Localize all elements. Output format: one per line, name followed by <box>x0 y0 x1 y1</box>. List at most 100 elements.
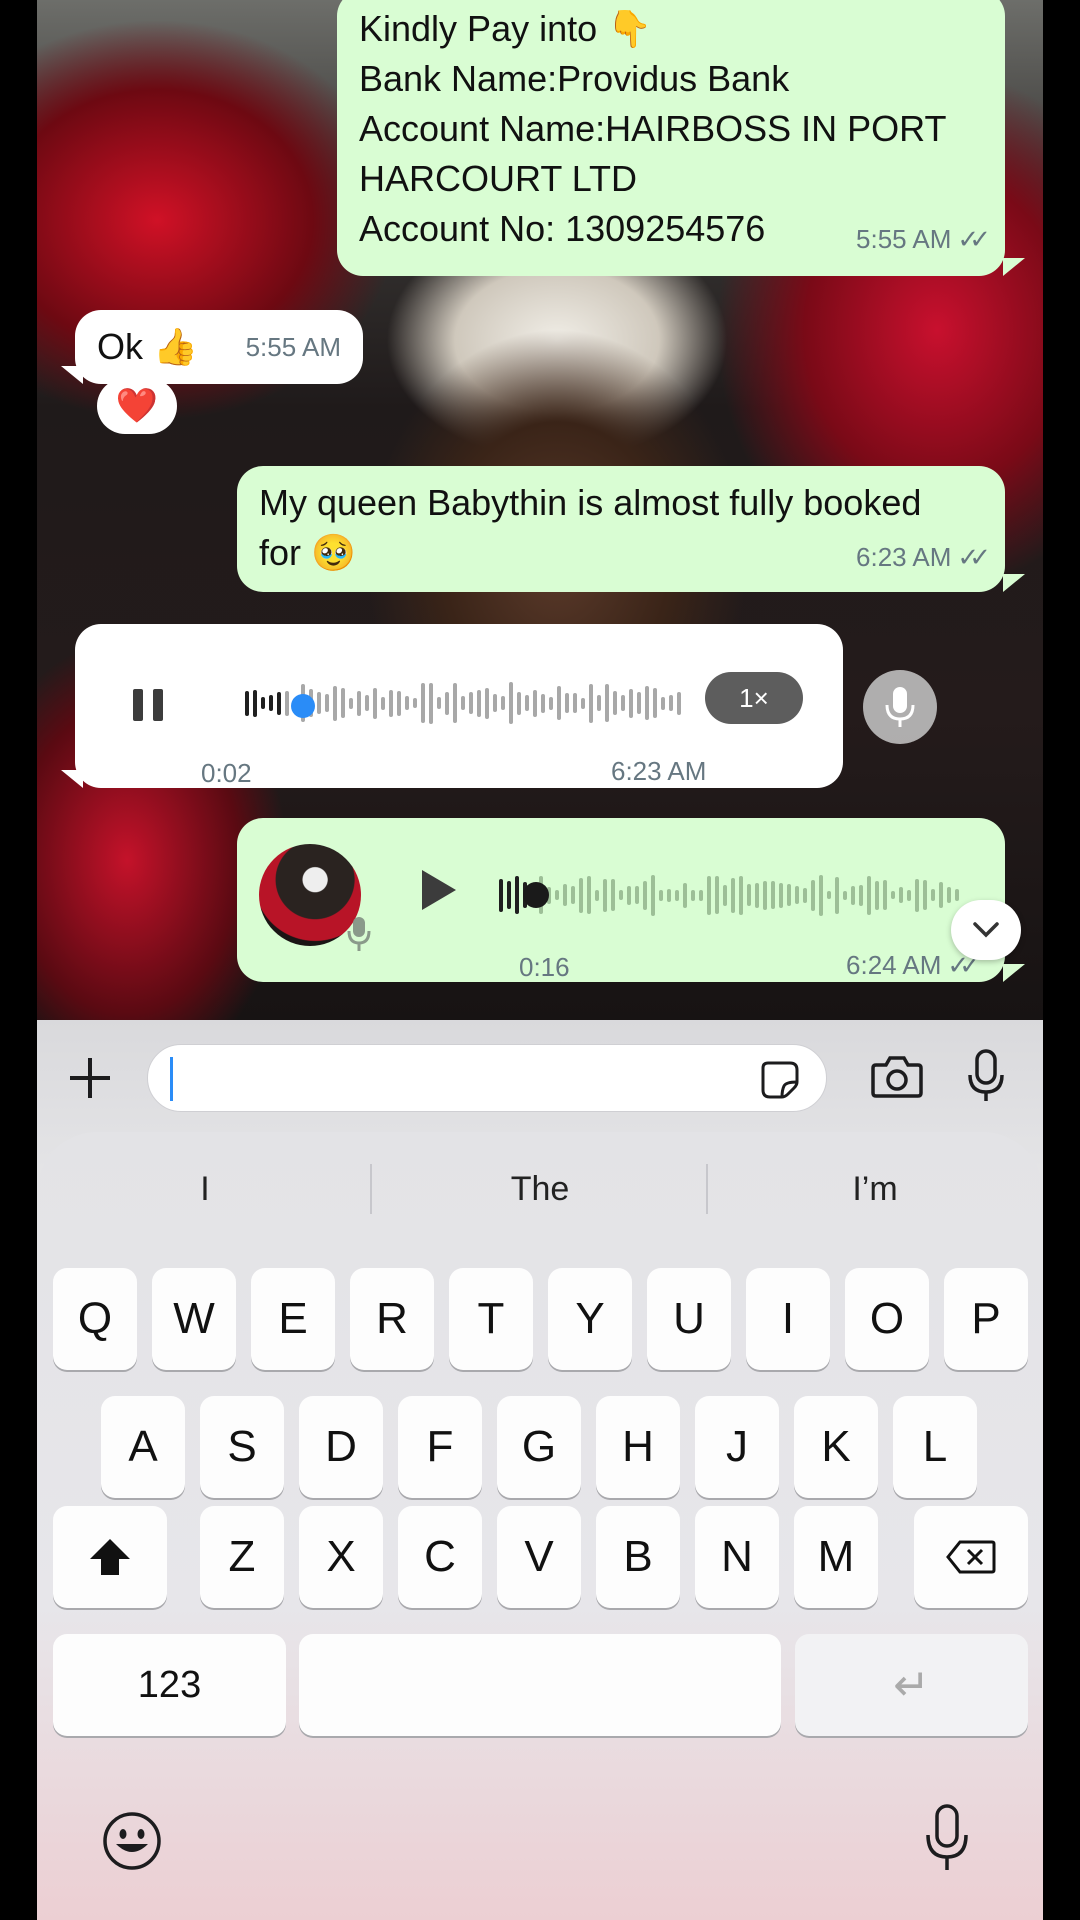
key-i[interactable]: I <box>746 1268 830 1370</box>
waveform-bar <box>939 882 943 908</box>
waveform-bar <box>803 887 807 903</box>
waveform-bar <box>947 887 951 903</box>
message-line: Kindly Pay into 👇 <box>359 8 652 49</box>
waveform-bar <box>611 879 615 911</box>
message-time: 6:23 AM <box>611 756 707 786</box>
key-s[interactable]: S <box>200 1396 284 1498</box>
key-y[interactable]: Y <box>548 1268 632 1370</box>
waveform-bar <box>843 890 847 900</box>
sticker-button[interactable] <box>758 1059 802 1101</box>
key-b[interactable]: B <box>596 1506 680 1608</box>
waveform-bar <box>891 891 895 899</box>
waveform-bar <box>485 687 489 719</box>
backspace-key[interactable] <box>914 1506 1028 1608</box>
key-c[interactable]: C <box>398 1506 482 1608</box>
voice-waveform[interactable] <box>499 870 969 920</box>
camera-button[interactable] <box>867 1046 927 1106</box>
waveform-bar <box>661 696 665 710</box>
key-z[interactable]: Z <box>200 1506 284 1608</box>
shift-key[interactable] <box>53 1506 167 1608</box>
waveform-bar <box>571 886 575 904</box>
key-d[interactable]: D <box>299 1396 383 1498</box>
waveform-bar <box>659 889 663 901</box>
play-icon[interactable] <box>413 860 463 920</box>
waveform-bar <box>675 889 679 901</box>
key-r[interactable]: R <box>350 1268 434 1370</box>
waveform-bar <box>381 696 385 710</box>
emoji-button[interactable] <box>99 1808 165 1874</box>
key-t[interactable]: T <box>449 1268 533 1370</box>
key-w[interactable]: W <box>152 1268 236 1370</box>
suggestion-2[interactable]: The <box>372 1170 708 1209</box>
key-v[interactable]: V <box>497 1506 581 1608</box>
key-q[interactable]: Q <box>53 1268 137 1370</box>
key-p[interactable]: P <box>944 1268 1028 1370</box>
waveform-bar <box>453 683 457 723</box>
key-o[interactable]: O <box>845 1268 929 1370</box>
return-key[interactable]: ↵ <box>795 1634 1028 1736</box>
key-x[interactable]: X <box>299 1506 383 1608</box>
key-m[interactable]: M <box>794 1506 878 1608</box>
message-input[interactable] <box>147 1044 827 1112</box>
reaction-emoji: ❤️ <box>115 387 159 425</box>
pause-icon[interactable] <box>129 680 169 730</box>
voice-record-button[interactable] <box>963 1044 1009 1108</box>
waveform-bar <box>517 691 521 715</box>
waveform-bar <box>605 684 609 722</box>
suggestion-1[interactable]: I <box>37 1170 373 1209</box>
waveform-bar <box>755 882 759 908</box>
return-icon: ↵ <box>893 1660 930 1710</box>
waveform-bar <box>581 697 585 709</box>
waveform-bar <box>645 686 649 720</box>
playback-speed-button[interactable]: 1× <box>705 672 803 724</box>
playback-position-handle[interactable] <box>523 882 549 908</box>
waveform-bar <box>269 695 273 711</box>
waveform-bar <box>579 877 583 913</box>
waveform-bar <box>589 683 593 723</box>
key-g[interactable]: G <box>497 1396 581 1498</box>
waveform-bar <box>835 876 839 914</box>
attach-plus-button[interactable] <box>61 1048 119 1108</box>
playback-position-handle[interactable] <box>291 694 315 718</box>
dictation-button[interactable] <box>919 1800 975 1876</box>
waveform-bar <box>445 691 449 715</box>
waveform-bar <box>651 874 655 916</box>
suggestion-3[interactable]: I’m <box>707 1170 1043 1209</box>
waveform-bar <box>429 682 433 724</box>
waveform-bar <box>413 698 417 708</box>
waveform-bar <box>613 691 617 715</box>
chevron-down-icon <box>973 922 999 938</box>
key-e[interactable]: E <box>251 1268 335 1370</box>
space-key[interactable] <box>299 1634 781 1736</box>
key-u[interactable]: U <box>647 1268 731 1370</box>
shift-icon <box>90 1539 130 1575</box>
voice-duration: 0:16 <box>519 952 570 982</box>
key-a[interactable]: A <box>101 1396 185 1498</box>
key-l[interactable]: L <box>893 1396 977 1498</box>
key-k[interactable]: K <box>794 1396 878 1498</box>
message-meta: 5:55 AM ✓✓ <box>856 214 991 264</box>
waveform-bar <box>437 697 441 709</box>
voice-message-incoming[interactable]: 1× 0:02 6:23 AM <box>75 624 843 788</box>
waveform-bar <box>619 890 623 900</box>
voice-message-outgoing[interactable]: 0:16 6:24 AM ✓✓ <box>237 818 1005 982</box>
message-bank-details[interactable]: Kindly Pay into 👇 Bank Name:Providus Ban… <box>337 0 1005 276</box>
message-ok[interactable]: Ok 👍 5:55 AM <box>75 310 363 384</box>
message-line: Bank Name:Providus Bank <box>359 58 790 99</box>
scroll-down-button[interactable] <box>951 900 1021 960</box>
message-queen[interactable]: My queen Babythin is almost fully booked… <box>237 466 1005 592</box>
waveform-bar <box>253 689 257 717</box>
waveform-bar <box>723 884 727 906</box>
key-h[interactable]: H <box>596 1396 680 1498</box>
waveform-bar <box>747 884 751 906</box>
read-receipt-icon: ✓✓ <box>957 224 990 254</box>
key-f[interactable]: F <box>398 1396 482 1498</box>
reaction-heart[interactable]: ❤️ <box>97 378 177 434</box>
waveform-bar <box>955 889 959 901</box>
waveform-bar <box>691 889 695 901</box>
numbers-key[interactable]: 123 <box>53 1634 286 1736</box>
waveform-bar <box>285 690 289 716</box>
key-j[interactable]: J <box>695 1396 779 1498</box>
waveform-bar <box>915 878 919 912</box>
key-n[interactable]: N <box>695 1506 779 1608</box>
